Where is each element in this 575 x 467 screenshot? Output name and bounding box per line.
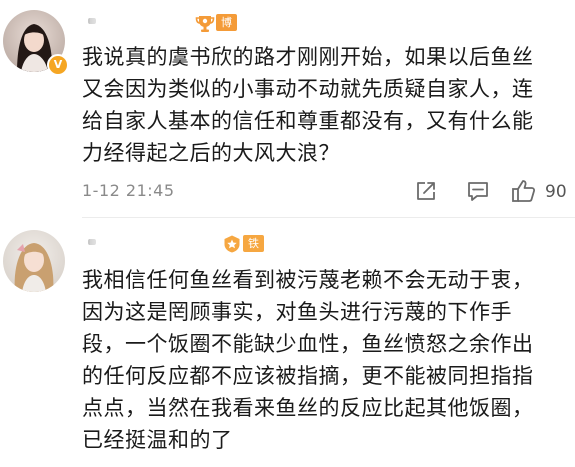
comment-text-line: 因为这是罔顾事实，对鱼头进行污蔑的下作手 (82, 300, 512, 324)
author-badge: 博主 (195, 13, 237, 46)
fan-badge: 铁粉 (222, 234, 264, 267)
comment-text: 我相信任何鱼丝看到被污蔑老赖不会无动于衷， 因为这是罔顾事实，对鱼头进行污蔑的下… (82, 264, 570, 456)
comment-text-line: 的任何反应都不应该被指摘，更不能被同担指指 (82, 364, 534, 388)
comment-time: 1-12 21:45 (82, 181, 175, 200)
like-count: 90 (545, 182, 567, 202)
comment-text-line: 我说真的虞书欣的路才刚刚开始，如果以后鱼丝 (82, 45, 534, 69)
comment-text-line: 给自家人基本的信任和尊重都没有，又有什么能 (82, 109, 534, 133)
fan-badge-label: 铁粉 (243, 235, 264, 267)
username-redaction (90, 14, 186, 30)
verified-v-icon: V (47, 54, 69, 76)
comment-text-line: 我相信任何鱼丝看到被污蔑老赖不会无动于衷， (82, 268, 534, 292)
username-redaction (90, 235, 186, 251)
like-button[interactable]: 90 (509, 176, 573, 206)
avatar[interactable] (3, 230, 65, 292)
comment-item: 铁粉 我相信任何鱼丝看到被污蔑老赖不会无动于衷， 因为这是罔顾事实，对鱼头进行污… (0, 218, 575, 467)
thumbs-up-icon (511, 178, 537, 204)
boss-trophy-icon (195, 13, 215, 33)
comment-text-line: 已经挺温和的了 (82, 428, 233, 452)
author-badge-label: 博主 (216, 14, 237, 46)
share-icon[interactable] (415, 180, 437, 202)
comment-text: 我说真的虞书欣的路才刚刚开始，如果以后鱼丝 又会因为类似的小事动不动就先质疑自家… (82, 41, 570, 169)
comment-meta: 1-12 21:45 90 (82, 176, 572, 208)
comment-text-line: 点点，当然在我看来鱼丝的反应比起其他饭圈， (82, 396, 534, 420)
comment-text-line: 力经得起之后的大风大浪？ (82, 141, 340, 165)
comment-item: V 博主 我说真的虞书欣的路才刚刚开始，如果以后鱼丝 又会因为类似的小事动不动就… (0, 0, 575, 218)
comment-icon[interactable] (466, 179, 490, 203)
comment-text-line: 又会因为类似的小事动不动就先质疑自家人，连 (82, 77, 534, 101)
comment-text-line: 段，一个饭圈不能缺少血性，鱼丝愤怒之余作出 (82, 332, 534, 356)
fan-badge-icon (222, 234, 242, 254)
